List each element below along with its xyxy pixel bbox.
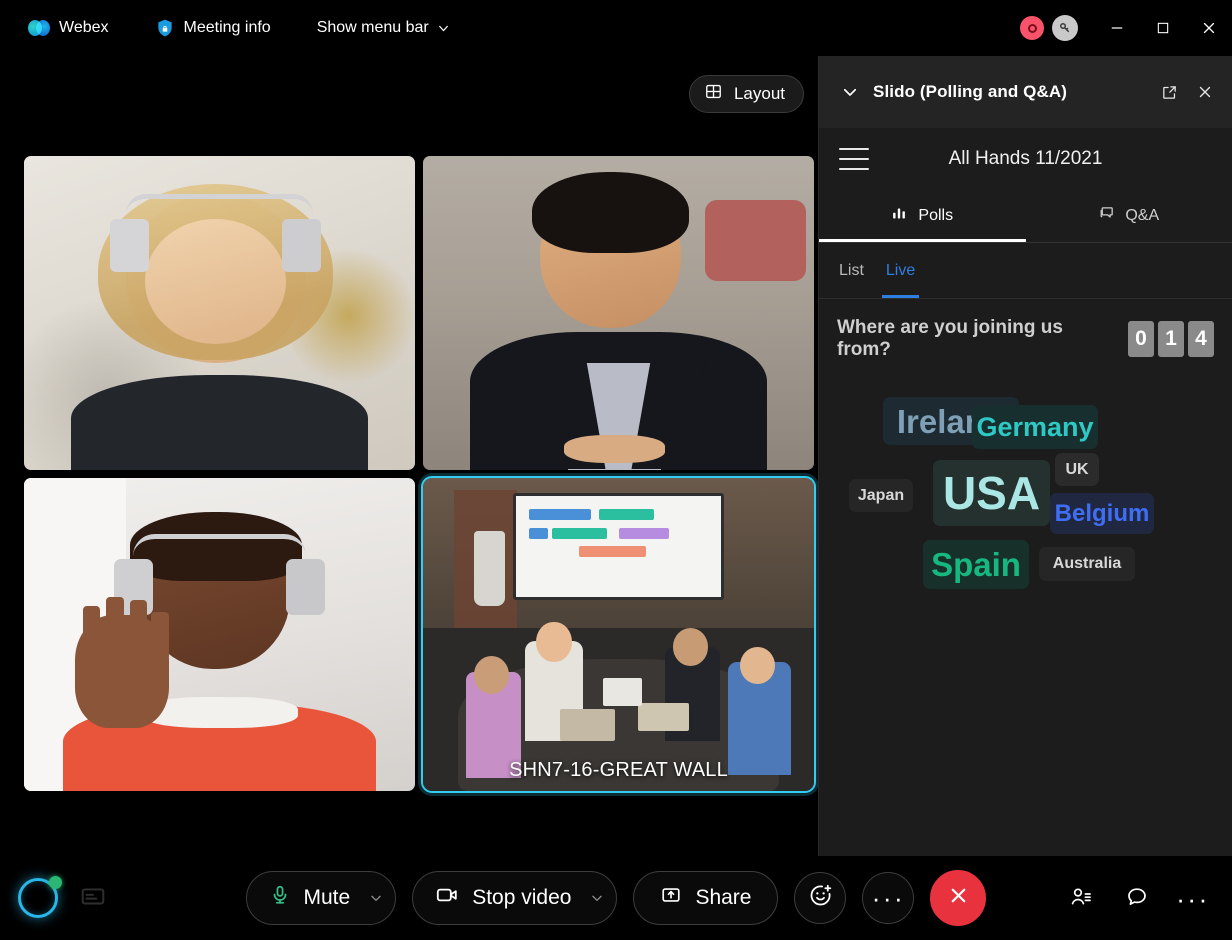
slido-content: All Hands 11/2021 Polls bbox=[819, 128, 1232, 856]
slido-panel-title: Slido (Polling and Q&A) bbox=[873, 82, 1146, 102]
webex-brand[interactable]: Webex bbox=[18, 10, 119, 46]
meeting-key-icon[interactable] bbox=[1052, 15, 1078, 41]
participant-video-1 bbox=[24, 156, 415, 470]
stop-video-button[interactable]: Stop video bbox=[412, 871, 617, 925]
slido-event-bar: All Hands 11/2021 bbox=[819, 128, 1232, 190]
word-cloud-item: Australia bbox=[1039, 547, 1135, 581]
chat-bubble-icon bbox=[1098, 205, 1115, 227]
video-stage: Layout bbox=[0, 56, 818, 856]
slido-subtabs: List Live bbox=[819, 243, 1232, 299]
tab-qa-label: Q&A bbox=[1125, 207, 1159, 225]
response-counter: 0 1 4 bbox=[1128, 321, 1214, 357]
layout-button[interactable]: Layout bbox=[689, 75, 804, 113]
meeting-info-button[interactable]: Meeting info bbox=[145, 10, 281, 46]
word-cloud-item: Germany bbox=[972, 405, 1098, 449]
layout-grid-icon bbox=[704, 82, 723, 106]
word-cloud-item: UK bbox=[1055, 453, 1099, 486]
reactions-button[interactable] bbox=[794, 872, 846, 924]
show-menu-bar-button[interactable]: Show menu bar bbox=[307, 10, 460, 46]
slido-event-name: All Hands 11/2021 bbox=[819, 148, 1232, 170]
participant-tile-2[interactable] bbox=[423, 156, 814, 470]
toolbar-options-button[interactable]: ··· bbox=[1168, 878, 1218, 920]
counter-digit-2: 4 bbox=[1188, 321, 1214, 357]
video-camera-icon bbox=[435, 883, 459, 913]
tab-polls-label: Polls bbox=[918, 207, 953, 225]
poll-question: Where are you joining us from? bbox=[837, 317, 1118, 361]
maximize-button[interactable] bbox=[1140, 0, 1186, 56]
recording-indicator-icon[interactable] bbox=[1020, 16, 1044, 40]
close-button[interactable] bbox=[1186, 0, 1232, 56]
webex-brand-label: Webex bbox=[59, 19, 109, 37]
participant-video-4 bbox=[423, 478, 814, 792]
slido-panel: Slido (Polling and Q&A) All Hands 11/202… bbox=[818, 56, 1232, 856]
show-menu-bar-label: Show menu bar bbox=[317, 19, 429, 37]
webex-logo-icon bbox=[28, 20, 50, 36]
reactions-smiley-icon bbox=[808, 883, 833, 913]
participant-tile-4[interactable]: SHN7-16-GREAT WALL bbox=[423, 478, 814, 792]
participants-button[interactable] bbox=[1056, 878, 1106, 920]
word-cloud-item: Japan bbox=[849, 479, 913, 512]
shield-lock-icon bbox=[155, 18, 175, 38]
more-options-button[interactable]: ··· bbox=[862, 872, 914, 924]
tab-qa[interactable]: Q&A bbox=[1026, 190, 1232, 242]
chevron-down-icon bbox=[437, 22, 450, 35]
counter-digit-0: 0 bbox=[1128, 321, 1154, 357]
mute-button[interactable]: Mute bbox=[246, 871, 397, 925]
participant-video-2 bbox=[423, 156, 814, 470]
chevron-down-icon[interactable] bbox=[837, 79, 863, 105]
title-bar: Webex Meeting info Show menu bar bbox=[0, 0, 1232, 56]
share-screen-icon bbox=[660, 884, 682, 912]
tab-polls[interactable]: Polls bbox=[819, 190, 1026, 242]
open-in-new-icon[interactable] bbox=[1156, 79, 1182, 105]
video-grid: SHN7-16-GREAT WALL bbox=[24, 156, 814, 791]
secondary-controls: ··· bbox=[1056, 878, 1218, 920]
hamburger-menu-icon[interactable] bbox=[839, 148, 869, 170]
meeting-toolbar: Mute Stop video bbox=[0, 856, 1232, 940]
poll-word-cloud: IrelandGermanyJapanUSAUKBelgiumSpainAust… bbox=[829, 375, 1222, 856]
end-call-icon bbox=[946, 883, 971, 913]
participant-tile-1[interactable] bbox=[24, 156, 415, 470]
end-call-button[interactable] bbox=[930, 870, 986, 926]
slido-panel-header: Slido (Polling and Q&A) bbox=[819, 56, 1232, 128]
mute-options-chevron-icon[interactable] bbox=[363, 891, 389, 905]
slido-tabs: Polls Q&A bbox=[819, 190, 1232, 242]
participant-tile-3[interactable] bbox=[24, 478, 415, 792]
minimize-button[interactable] bbox=[1094, 0, 1140, 56]
mute-button-label: Mute bbox=[304, 886, 351, 910]
word-cloud-item: Spain bbox=[923, 540, 1029, 589]
share-button-label: Share bbox=[695, 886, 751, 910]
window-controls bbox=[1020, 0, 1232, 56]
chat-icon bbox=[1125, 885, 1149, 914]
webex-meeting-window: Webex Meeting info Show menu bar bbox=[0, 0, 1232, 940]
participants-icon bbox=[1069, 885, 1093, 914]
share-button[interactable]: Share bbox=[633, 871, 778, 925]
video-options-chevron-icon[interactable] bbox=[584, 891, 610, 905]
primary-controls: Mute Stop video bbox=[0, 870, 1232, 926]
meeting-info-label: Meeting info bbox=[184, 19, 271, 37]
poll-question-row: Where are you joining us from? 0 1 4 bbox=[819, 299, 1232, 361]
stop-video-button-label: Stop video bbox=[472, 886, 571, 910]
subtab-list[interactable]: List bbox=[839, 243, 864, 298]
close-icon[interactable] bbox=[1192, 79, 1218, 105]
word-cloud-item: USA bbox=[933, 460, 1050, 526]
subtab-live[interactable]: Live bbox=[886, 243, 915, 298]
counter-digit-1: 1 bbox=[1158, 321, 1184, 357]
layout-button-label: Layout bbox=[734, 84, 785, 104]
microphone-icon bbox=[269, 884, 291, 912]
word-cloud-item: Belgium bbox=[1050, 493, 1154, 534]
bar-chart-icon bbox=[891, 205, 908, 227]
participant-video-3 bbox=[24, 478, 415, 792]
chat-button[interactable] bbox=[1112, 878, 1162, 920]
